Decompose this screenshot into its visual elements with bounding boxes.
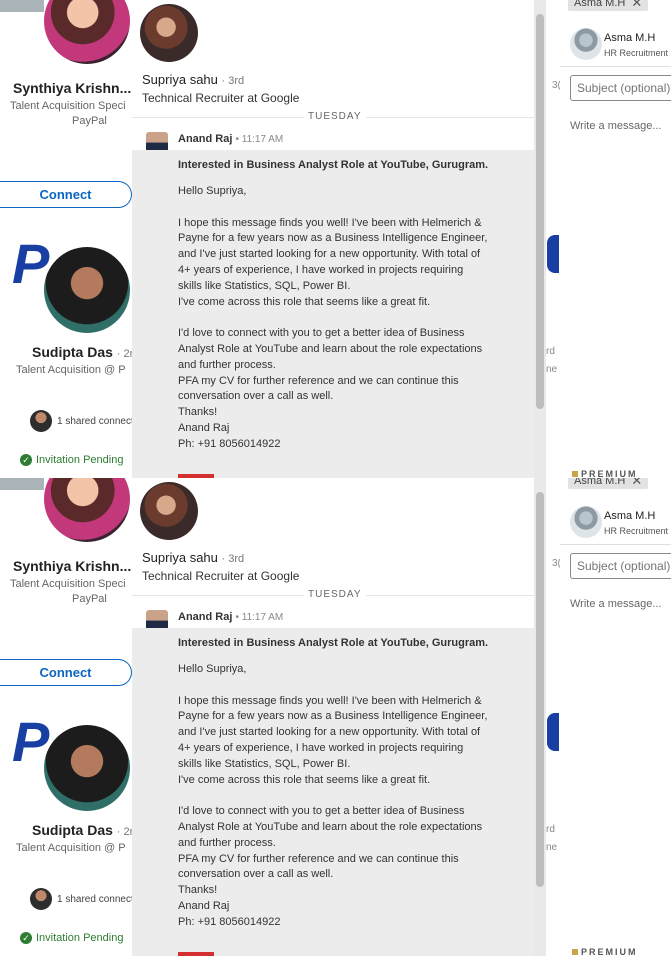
check-icon: ✓	[20, 932, 32, 944]
recipient-name[interactable]: Asma M.H	[604, 32, 655, 44]
premium-badge: PREMIUM	[572, 469, 638, 478]
recipient-name[interactable]: Asma M.H	[604, 510, 655, 522]
screenshot-panel-top: Synthiya Krishn... Talent Acquisition Sp…	[0, 0, 671, 478]
invitation-pending: ✓ Invitation Pending	[20, 454, 123, 466]
premium-badge: PREMIUM	[572, 947, 638, 956]
compose-message-panel: Asma M.H✕ Asma M.H HR Recruitment Write …	[560, 0, 671, 478]
attachment-indicator[interactable]	[178, 952, 214, 956]
scrollbar-thumb[interactable]	[536, 492, 544, 887]
message-body: Hello Supriya, I hope this message finds…	[178, 185, 488, 450]
close-icon[interactable]: ✕	[631, 0, 642, 11]
message-header: Anand Raj • 11:17 AM	[132, 126, 534, 162]
message-input[interactable]: Write a message...	[570, 120, 662, 132]
shared-connection-avatar	[30, 888, 52, 910]
person-company: PayPal	[72, 115, 107, 127]
person-company: PayPal	[72, 593, 107, 605]
screenshot-panel-bottom: Synthiya Krishn... Talent Acquisition Sp…	[0, 478, 671, 956]
scrollbar-thumb[interactable]	[536, 14, 544, 409]
sender-name[interactable]: Anand Raj • 11:17 AM	[178, 611, 283, 623]
connect-button[interactable]: Connect	[0, 181, 132, 208]
recipient-avatar[interactable]	[570, 506, 602, 538]
divider	[560, 544, 671, 545]
conversation-headline: Technical Recruiter at Google	[142, 91, 300, 105]
message-header: Anand Raj • 11:17 AM	[132, 604, 534, 640]
person-title: Talent Acquisition @ P	[16, 364, 126, 376]
conversation-thread: Supriya sahu · 3rd Technical Recruiter a…	[132, 478, 534, 956]
shared-connections[interactable]: 1 shared connect	[57, 416, 134, 427]
avatar[interactable]	[44, 247, 130, 333]
search-results-column: Synthiya Krishn... Talent Acquisition Sp…	[0, 0, 134, 478]
compose-message-panel: Asma M.H✕ Asma M.H HR Recruitment Write …	[560, 478, 671, 956]
conversation-avatar[interactable]	[140, 482, 198, 540]
subject-input[interactable]	[570, 553, 671, 579]
conversation-avatar[interactable]	[140, 4, 198, 62]
message-body: Hello Supriya, I hope this message finds…	[178, 663, 488, 928]
recipient-title: HR Recruitment	[604, 48, 669, 58]
connect-button[interactable]: Connect	[0, 659, 132, 686]
recipient-avatar[interactable]	[570, 28, 602, 60]
person-title: Talent Acquisition @ P	[16, 842, 126, 854]
person-title: Talent Acquisition Speci	[10, 578, 126, 590]
recipient-chip[interactable]: Asma M.H ✕	[568, 478, 649, 489]
message-bubble: Interested in Business Analyst Role at Y…	[132, 628, 534, 956]
person-title: Talent Acquisition Speci	[10, 100, 126, 112]
background-logo-fragment	[547, 235, 559, 273]
message-input[interactable]: Write a message...	[570, 598, 662, 610]
message-subject: Interested in Business Analyst Role at Y…	[178, 637, 489, 649]
person-name[interactable]: Synthiya Krishn...	[13, 80, 131, 96]
shared-connection-avatar	[30, 410, 52, 432]
search-results-column: Synthiya Krishn... Talent Acquisition Sp…	[0, 478, 134, 956]
card-banner	[0, 0, 44, 12]
invitation-pending: ✓ Invitation Pending	[20, 932, 123, 944]
recipient-chip[interactable]: Asma M.H ✕	[568, 0, 649, 11]
premium-icon	[572, 949, 578, 955]
divider	[560, 66, 671, 67]
date-label: TUESDAY	[304, 111, 366, 122]
background-logo-fragment	[547, 713, 559, 751]
card-banner	[0, 478, 44, 490]
message-subject: Interested in Business Analyst Role at Y…	[178, 159, 489, 171]
person-name[interactable]: Sudipta Das · 2r	[32, 822, 133, 838]
avatar[interactable]	[44, 0, 130, 64]
premium-icon	[572, 471, 578, 477]
avatar[interactable]	[44, 478, 130, 542]
subject-input[interactable]	[570, 75, 671, 101]
close-icon[interactable]: ✕	[631, 478, 642, 489]
conversation-name[interactable]: Supriya sahu · 3rd	[142, 72, 244, 87]
person-name[interactable]: Sudipta Das · 2r	[32, 344, 133, 360]
check-icon: ✓	[20, 454, 32, 466]
person-name[interactable]: Synthiya Krishn...	[13, 558, 131, 574]
sender-name[interactable]: Anand Raj • 11:17 AM	[178, 133, 283, 145]
shared-connections[interactable]: 1 shared connect	[57, 894, 134, 905]
conversation-headline: Technical Recruiter at Google	[142, 569, 300, 583]
conversation-name[interactable]: Supriya sahu · 3rd	[142, 550, 244, 565]
message-bubble: Interested in Business Analyst Role at Y…	[132, 150, 534, 478]
recipient-title: HR Recruitment	[604, 526, 669, 536]
date-label: TUESDAY	[304, 589, 366, 600]
conversation-thread: Supriya sahu · 3rd Technical Recruiter a…	[132, 0, 534, 478]
avatar[interactable]	[44, 725, 130, 811]
